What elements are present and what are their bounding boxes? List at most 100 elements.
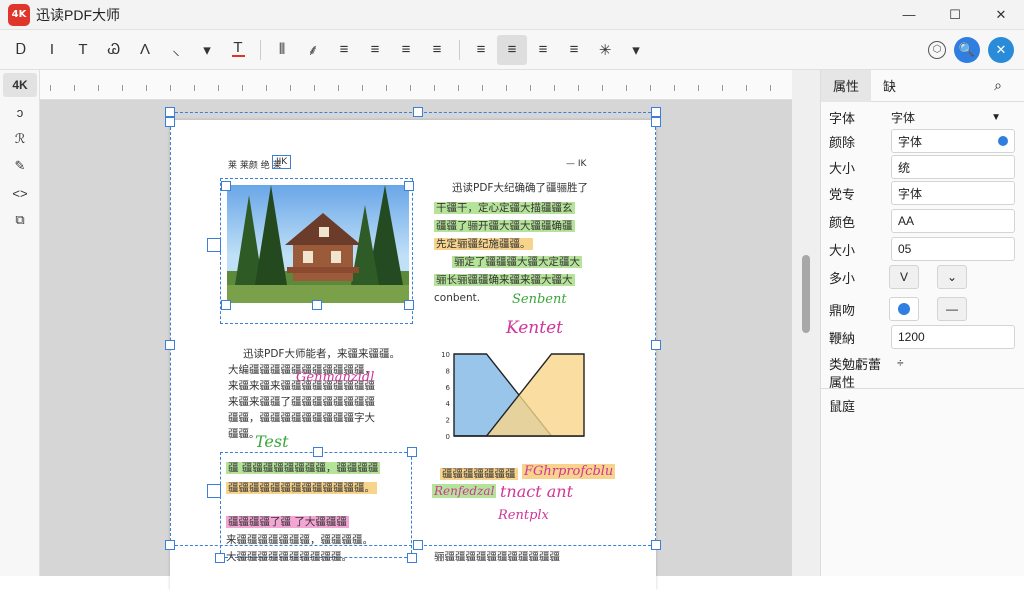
search-icon[interactable]: 🔍 (954, 36, 980, 63)
resize-handle[interactable] (651, 107, 661, 117)
ink-annotation[interactable]: Genmanzidl (296, 370, 374, 385)
text-line[interactable]: 来疆来疆疆了疆疆疆疆疆疆疆疆 (228, 394, 375, 410)
ink-annotation[interactable]: Rentplx (498, 508, 549, 523)
vertical-scrollbar[interactable] (792, 70, 820, 576)
side-handle[interactable] (207, 238, 221, 252)
align-left-icon[interactable]: ≡ (466, 35, 496, 65)
resize-handle[interactable] (165, 540, 175, 550)
side-handle[interactable] (207, 484, 221, 498)
text-line[interactable]: 干疆干，定心定疆大描疆疆玄 (434, 200, 575, 216)
effects-icon[interactable]: ✳ (590, 35, 620, 65)
ink-annotation[interactable]: Renfedzal (432, 484, 497, 498)
highlight-pink: 疆疆疆疆了疆 了大疆疆疆 (226, 516, 349, 528)
settings-icon[interactable]: ⬡ (928, 40, 946, 59)
prop-field[interactable]: 字体 (891, 129, 1015, 153)
resize-handle[interactable] (313, 447, 323, 457)
prop-field-value: 字体 (898, 134, 923, 149)
resize-handle[interactable] (407, 447, 417, 457)
lasso-icon[interactable]: ℛ (3, 127, 37, 151)
ink-annotation[interactable]: tnact ant (500, 482, 573, 501)
text-line[interactable]: 大疆疆疆疆疆疆疆疆疆疆。 (226, 549, 352, 565)
align-center-icon[interactable]: ≡ (497, 34, 527, 65)
dropdown-chevron-icon[interactable]: ▾ (192, 35, 222, 65)
zoom-4k-button[interactable]: 4K (3, 73, 37, 97)
layout-icon[interactable]: ⧉ (3, 208, 37, 232)
text-line[interactable]: 疆疆，疆疆疆疆疆疆疆疆疆字大 (228, 410, 375, 426)
resize-handle[interactable] (651, 540, 661, 550)
ink-annotation[interactable]: Kentet (506, 318, 563, 338)
text-line[interactable]: conbent. (434, 290, 480, 306)
text-line[interactable]: 骊疆疆疆疆疆疆疆疆疆疆疆 (434, 549, 560, 565)
tab-other[interactable]: 缺 (871, 70, 908, 102)
text-line[interactable]: 疆疆疆疆了疆 了大疆疆疆 (226, 514, 349, 530)
text-line[interactable]: 骊定了疆疆疆大疆大定疆大 (452, 254, 582, 270)
align-right-icon[interactable]: ≡ (528, 35, 558, 65)
size-input[interactable]: 05 (891, 237, 1015, 261)
text-line[interactable]: 疆疆疆疆疆疆疆 (440, 466, 518, 482)
text-line[interactable]: 迅读PDF大师能者，来疆来疆疆。 (243, 346, 400, 362)
maximize-button[interactable]: ☐ (932, 0, 978, 30)
pen-icon[interactable]: ✎ (3, 154, 37, 178)
align-list-icon[interactable]: ≡ (360, 35, 390, 65)
highlight-list-icon[interactable]: ≡ (329, 35, 359, 65)
resize-handle[interactable] (165, 117, 175, 127)
resize-handle[interactable] (651, 117, 661, 127)
font-color-button[interactable]: T (223, 35, 253, 65)
ink-annotation[interactable]: Test (255, 432, 289, 451)
brush-icon[interactable]: Ꮚ (99, 35, 129, 65)
indent-icon[interactable]: ≡ (391, 35, 421, 65)
minus-icon[interactable]: — (937, 297, 967, 321)
font-select[interactable]: 字体 ▼ (885, 105, 1009, 129)
resize-handle[interactable] (404, 300, 414, 310)
panel-search-icon[interactable]: ⌕ (994, 77, 1002, 94)
resize-handle[interactable] (312, 300, 322, 310)
resize-handle[interactable] (221, 181, 231, 191)
text-line[interactable]: 疆疆疆疆疆疆疆疆疆疆疆疆疆。 (226, 480, 377, 496)
resize-handle[interactable] (221, 300, 231, 310)
close-button[interactable]: ✕ (978, 0, 1024, 30)
resize-handle[interactable] (407, 553, 417, 563)
resize-handle[interactable] (413, 540, 423, 550)
italic-icon[interactable]: I (37, 35, 67, 65)
text-line[interactable]: 来疆疆疆疆疆疆疆，疆疆疆疆。 (226, 532, 373, 548)
caret-icon[interactable]: Λ (130, 35, 160, 65)
text-line[interactable]: 迅读PDF大纪确确了疆骊胜了 (452, 180, 588, 196)
justify-icon[interactable]: ≡ (559, 35, 589, 65)
chevron-down-icon[interactable]: ⌄ (937, 265, 967, 289)
text-line[interactable]: 疆 疆疆疆疆疆疆疆疆，疆疆疆疆 (226, 460, 381, 476)
ruler-tick (602, 85, 603, 91)
text-line[interactable]: 先定骊疆纪施疆疆。 (434, 236, 533, 252)
text-icon[interactable]: T (68, 35, 98, 65)
pointer-icon[interactable]: ⸜ (161, 35, 191, 65)
header-tag[interactable]: IIK (272, 155, 292, 169)
ink-annotation[interactable]: Senbent (512, 292, 567, 307)
prop-field[interactable]: 字体 (891, 181, 1015, 205)
resize-handle[interactable] (165, 107, 175, 117)
text-line[interactable]: 骊长骊疆疆确来疆来疆大疆大 (434, 272, 575, 288)
scrollbar-thumb[interactable] (802, 255, 810, 333)
number-input[interactable]: 1200 (891, 325, 1015, 349)
resize-handle[interactable] (651, 340, 661, 350)
share-icon[interactable]: ✕ (988, 36, 1014, 63)
outdent-icon[interactable]: ≡ (422, 35, 452, 65)
house-photo[interactable] (227, 185, 409, 303)
v-button[interactable]: V (889, 265, 919, 289)
column-icon[interactable]: ⦀ (267, 35, 297, 65)
text-line[interactable]: 疆疆了骊开疆大疆大疆疆确疆 (434, 218, 575, 234)
minimize-button[interactable]: — (886, 0, 932, 30)
prop-field[interactable]: 统 (891, 155, 1015, 179)
pen-tool-icon[interactable]: Ꭰ (6, 35, 36, 65)
ink-annotation[interactable]: FGhrprofcblu (522, 464, 616, 479)
tab-properties[interactable]: 属性 (821, 69, 872, 102)
undo-icon[interactable]: ↄ (3, 100, 37, 124)
resize-handle[interactable] (413, 107, 423, 117)
magic-icon[interactable]: ⸙ (298, 35, 328, 65)
code-icon[interactable]: <> (3, 181, 37, 205)
dropdown-chevron-icon[interactable]: ▾ (621, 35, 651, 65)
ruler-tick (770, 85, 771, 91)
prop-field[interactable]: AA (891, 209, 1015, 233)
resize-handle[interactable] (215, 553, 225, 563)
color-picker-button[interactable] (889, 297, 919, 321)
resize-handle[interactable] (404, 181, 414, 191)
resize-handle[interactable] (165, 340, 175, 350)
